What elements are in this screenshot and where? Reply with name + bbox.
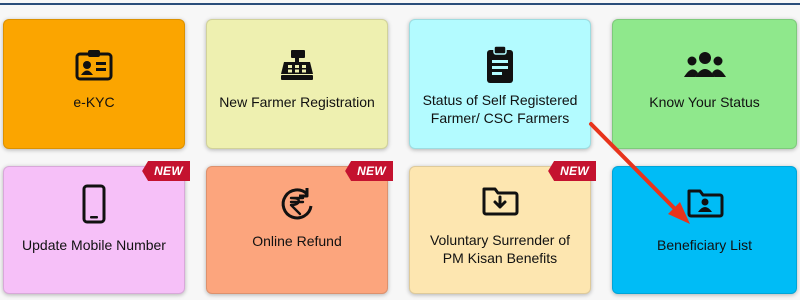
- new-badge: NEW: [142, 161, 190, 181]
- tile-label: e-KYC: [73, 94, 115, 110]
- tile-label: Status of Self Registered Farmer/ CSC Fa…: [422, 92, 578, 126]
- tile-update-mobile-number[interactable]: NEW Update Mobile Number: [3, 161, 190, 294]
- tile-new-farmer-registration[interactable]: New Farmer Registration: [206, 19, 388, 149]
- users-group-icon: [613, 42, 796, 88]
- tile-status-self-registered[interactable]: Status of Self Registered Farmer/ CSC Fa…: [409, 19, 591, 149]
- id-card-icon: [4, 42, 184, 88]
- tile-label: Voluntary Surrender of PM Kisan Benefits: [429, 232, 571, 266]
- mobile-phone-icon: [4, 181, 184, 227]
- tile-beneficiary-list[interactable]: Beneficiary List: [612, 166, 797, 294]
- top-divider-line: [0, 3, 800, 5]
- tile-label: Beneficiary List: [657, 237, 752, 253]
- new-badge: NEW: [345, 161, 393, 181]
- tile-label: New Farmer Registration: [219, 94, 375, 110]
- rupee-refund-icon: [207, 181, 387, 227]
- tile-label: Online Refund: [252, 233, 342, 249]
- folder-download-icon: [410, 177, 590, 223]
- tile-label: Update Mobile Number: [22, 237, 166, 253]
- tile-voluntary-surrender[interactable]: NEW Voluntary Surrender of PM Kisan Bene…: [409, 161, 596, 294]
- tile-know-your-status[interactable]: Know Your Status: [612, 19, 797, 149]
- cash-register-icon: [207, 42, 387, 88]
- tile-online-refund[interactable]: NEW Online Refund: [206, 161, 393, 294]
- tile-e-kyc[interactable]: e-KYC: [3, 19, 185, 149]
- tile-label: Know Your Status: [649, 94, 760, 110]
- clipboard-icon: [410, 42, 590, 88]
- folder-user-icon: [613, 179, 796, 225]
